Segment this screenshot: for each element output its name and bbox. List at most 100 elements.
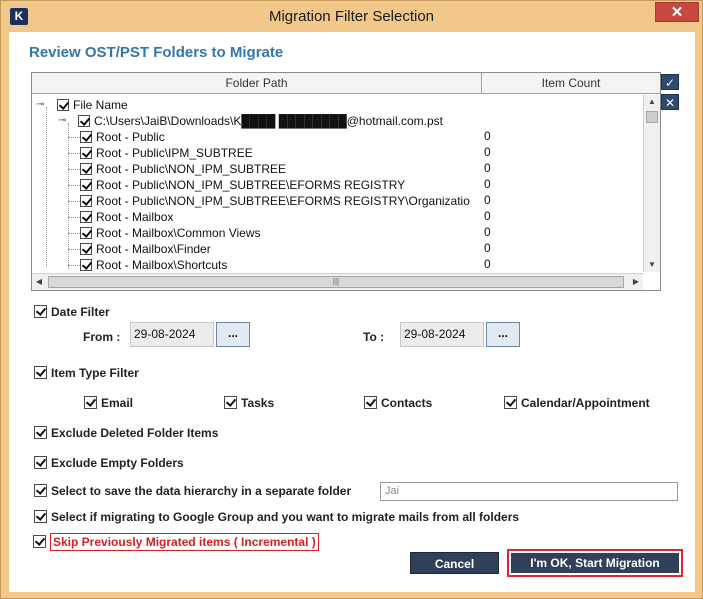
item-type-filter-option[interactable]: Item Type Filter <box>34 365 139 381</box>
tree-row[interactable]: Root - Mailbox\Shortcuts <box>68 257 228 272</box>
folder-path: Root - Public\NON_IPM_SUBTREE\EFORMS REG… <box>96 178 406 192</box>
section-heading: Review OST/PST Folders to Migrate <box>29 44 284 61</box>
exclude-empty-option[interactable]: Exclude Empty Folders <box>34 455 184 471</box>
column-header-folder-path[interactable]: Folder Path <box>32 73 482 94</box>
collapse-node-icon[interactable]: ⊸ <box>58 113 66 129</box>
folder-checkbox[interactable] <box>80 211 92 223</box>
folder-path: Root - Mailbox\Finder <box>96 242 211 256</box>
type-email-option[interactable]: Email <box>84 395 133 411</box>
from-date-picker-button[interactable]: ... <box>216 322 250 347</box>
google-group-checkbox[interactable] <box>34 510 47 523</box>
tree-row[interactable]: Root - Public\IPM_SUBTREE <box>68 145 253 161</box>
type-tasks-option[interactable]: Tasks <box>224 395 274 411</box>
tasks-checkbox[interactable] <box>224 396 237 409</box>
date-filter-option[interactable]: Date Filter <box>34 304 110 320</box>
tree-connector <box>68 123 69 269</box>
date-filter-label: Date Filter <box>51 305 110 319</box>
skip-migrated-checkbox[interactable] <box>33 535 46 548</box>
folder-checkbox[interactable] <box>80 195 92 207</box>
tree-row[interactable]: Root - Mailbox\Finder <box>68 241 211 257</box>
file-path-label: C:\Users\JaiB\Downloads\K████ ████████@h… <box>94 114 443 128</box>
to-date-picker-button[interactable]: ... <box>486 322 520 347</box>
save-hierarchy-label: Select to save the data hierarchy in a s… <box>51 484 352 498</box>
calendar-checkbox[interactable] <box>504 396 517 409</box>
to-date-field[interactable]: 29-08-2024 <box>400 322 484 347</box>
exclude-empty-label: Exclude Empty Folders <box>51 456 184 470</box>
tree-row[interactable]: Root - Mailbox\Common Views <box>68 225 261 241</box>
folder-checkbox[interactable] <box>80 131 92 143</box>
vertical-scrollbar[interactable]: ▲ ▼ <box>643 95 660 272</box>
scroll-left-arrow-icon[interactable]: ◀ <box>32 274 46 290</box>
window-title: Migration Filter Selection <box>268 8 435 25</box>
item-count: 0 <box>484 193 491 207</box>
folder-checkbox[interactable] <box>80 163 92 175</box>
file-checkbox[interactable] <box>78 115 90 127</box>
contacts-label: Contacts <box>381 396 433 410</box>
item-count: 0 <box>484 241 491 255</box>
google-group-option[interactable]: Select if migrating to Google Group and … <box>34 509 519 525</box>
google-group-label: Select if migrating to Google Group and … <box>51 510 520 524</box>
item-count: 0 <box>484 161 491 175</box>
type-contacts-option[interactable]: Contacts <box>364 395 432 411</box>
tree-row[interactable]: Root - Public\NON_IPM_SUBTREE\EFORMS REG… <box>68 193 470 209</box>
root-label: File Name <box>73 98 128 112</box>
check-all-button[interactable]: ✓ <box>661 74 679 90</box>
tree-row[interactable]: Root - Public <box>68 129 165 145</box>
cancel-button[interactable]: Cancel <box>410 552 499 574</box>
folder-path: Root - Mailbox\Shortcuts <box>96 258 228 272</box>
folder-path: Root - Mailbox\Common Views <box>96 226 261 240</box>
exclude-deleted-option[interactable]: Exclude Deleted Folder Items <box>34 425 218 441</box>
folder-path: Root - Mailbox <box>96 210 174 224</box>
scroll-thumb[interactable] <box>646 111 658 123</box>
email-label: Email <box>101 396 134 410</box>
scroll-right-arrow-icon[interactable]: ▶ <box>629 274 643 290</box>
close-button[interactable]: ✕ <box>655 2 699 22</box>
tree-connector <box>46 107 47 267</box>
title-bar: K Migration Filter Selection ✕ <box>1 1 702 32</box>
scroll-thumb[interactable]: ||| <box>48 276 624 288</box>
email-checkbox[interactable] <box>84 396 97 409</box>
date-filter-checkbox[interactable] <box>34 305 47 318</box>
skip-migrated-option[interactable]: Skip Previously Migrated items ( Increme… <box>33 533 319 553</box>
item-type-filter-checkbox[interactable] <box>34 366 47 379</box>
uncheck-all-button[interactable]: ✕ <box>661 94 679 110</box>
from-label: From : <box>83 330 121 344</box>
folder-path: Root - Public <box>96 130 165 144</box>
item-count: 0 <box>484 177 491 191</box>
folder-checkbox[interactable] <box>80 243 92 255</box>
item-type-filter-label: Item Type Filter <box>51 366 139 380</box>
folder-checkbox[interactable] <box>80 227 92 239</box>
root-checkbox[interactable] <box>57 99 69 111</box>
scroll-down-arrow-icon[interactable]: ▼ <box>644 258 660 272</box>
horizontal-scrollbar[interactable]: ◀ ||| ▶ <box>32 273 643 290</box>
exclude-deleted-label: Exclude Deleted Folder Items <box>51 426 219 440</box>
save-hierarchy-option[interactable]: Select to save the data hierarchy in a s… <box>34 483 351 499</box>
migration-filter-window: K Migration Filter Selection ✕ Review OS… <box>0 0 703 599</box>
save-hierarchy-checkbox[interactable] <box>34 484 47 497</box>
tree-row[interactable]: Root - Mailbox <box>68 209 174 225</box>
scroll-up-arrow-icon[interactable]: ▲ <box>644 95 660 109</box>
column-header-item-count[interactable]: Item Count <box>482 73 660 94</box>
item-count: 0 <box>484 209 491 223</box>
item-count: 0 <box>484 257 491 271</box>
from-date-field[interactable]: 29-08-2024 <box>130 322 214 347</box>
tree-row[interactable]: Root - Public\NON_IPM_SUBTREE\EFORMS REG… <box>68 177 406 193</box>
item-count: 0 <box>484 129 491 143</box>
folder-checkbox[interactable] <box>80 259 92 271</box>
hierarchy-folder-input[interactable]: Jai <box>380 482 678 501</box>
folder-checkbox[interactable] <box>80 179 92 191</box>
exclude-deleted-checkbox[interactable] <box>34 426 47 439</box>
type-calendar-option[interactable]: Calendar/Appointment <box>504 395 650 411</box>
exclude-empty-checkbox[interactable] <box>34 456 47 469</box>
start-migration-button[interactable]: I'm OK, Start Migration <box>511 553 679 573</box>
tasks-label: Tasks <box>241 396 275 410</box>
dialog-body: Review OST/PST Folders to Migrate Folder… <box>9 32 695 592</box>
folder-path: Root - Public\IPM_SUBTREE <box>96 146 253 160</box>
to-label: To : <box>363 330 385 344</box>
contacts-checkbox[interactable] <box>364 396 377 409</box>
calendar-label: Calendar/Appointment <box>521 396 650 410</box>
folder-checkbox[interactable] <box>80 147 92 159</box>
folder-tree: ⊸ File Name ⊸ C:\Users\JaiB\Downloads\K█… <box>32 95 643 272</box>
collapse-node-icon[interactable]: ⊸ <box>36 97 44 113</box>
tree-row[interactable]: Root - Public\NON_IPM_SUBTREE <box>68 161 286 177</box>
